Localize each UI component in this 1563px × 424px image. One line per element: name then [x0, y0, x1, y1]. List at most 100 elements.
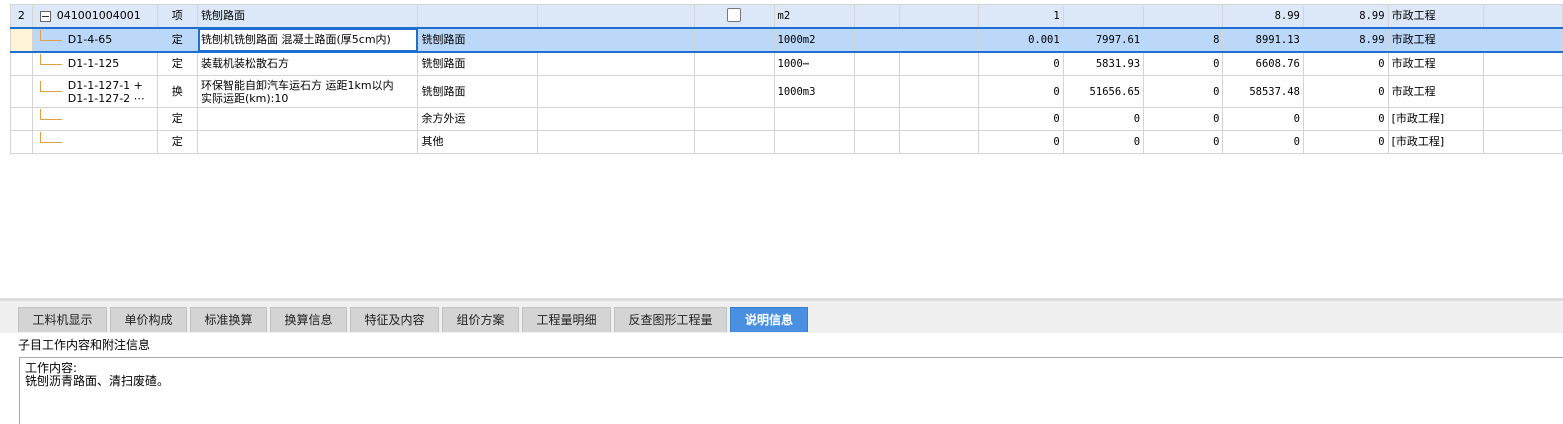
value-cell[interactable]: 0	[1143, 75, 1224, 108]
name-cell[interactable]: 铣刨路面	[196, 4, 419, 29]
value-cell[interactable]	[1143, 4, 1224, 29]
value-cell[interactable]: 8	[1143, 27, 1224, 53]
table-row[interactable]: D1-1-127-1 + D1-1-127-2 ⋯ 换 环保智能自卸汽车运石方 运…	[10, 75, 1563, 108]
subname-cell[interactable]: 铣刨路面	[417, 27, 538, 53]
value-cell[interactable]: 8.99	[1302, 4, 1389, 29]
code-cell[interactable]: 041001004001	[31, 4, 158, 29]
empty-cell[interactable]	[853, 4, 900, 29]
major-cell[interactable]: 市政工程	[1387, 51, 1484, 76]
code-cell[interactable]	[31, 107, 158, 131]
value-cell[interactable]: 5831.93	[1062, 51, 1145, 76]
empty-cell[interactable]	[693, 75, 775, 108]
value-cell[interactable]: 0	[1143, 51, 1224, 76]
empty-cell[interactable]	[536, 75, 695, 108]
table-row[interactable]: D1-4-65 定 铣刨机铣刨路面 混凝土路面(厚5cm内) 铣刨路面 1000…	[10, 27, 1563, 53]
code-cell[interactable]	[31, 130, 158, 154]
empty-cell[interactable]	[853, 130, 900, 154]
checkbox[interactable]	[727, 7, 742, 22]
value-cell[interactable]: 0	[1302, 75, 1389, 108]
tab-unit-price[interactable]: 单价构成	[110, 307, 187, 332]
quantity-cell[interactable]: 0	[977, 130, 1064, 154]
value-cell[interactable]: 8991.13	[1222, 27, 1304, 53]
empty-cell[interactable]	[898, 27, 979, 53]
empty-cell[interactable]	[693, 51, 775, 76]
description-textarea[interactable]: 工作内容: 铣刨沥青路面、清扫废碴。	[19, 357, 1563, 424]
tab-labor-material[interactable]: 工料机显示	[18, 307, 107, 332]
empty-cell[interactable]	[898, 75, 979, 108]
quantity-cell[interactable]: 0	[977, 107, 1064, 131]
value-cell[interactable]: 0	[1302, 51, 1389, 76]
major-cell[interactable]: [市政工程]	[1387, 107, 1484, 131]
tab-description-info[interactable]: 说明信息	[730, 307, 808, 332]
empty-cell[interactable]	[1482, 4, 1563, 29]
empty-cell[interactable]	[898, 4, 979, 29]
code-cell[interactable]: D1-1-127-1 + D1-1-127-2 ⋯	[31, 75, 158, 108]
quantity-cell[interactable]: 0.001	[977, 27, 1064, 53]
value-cell[interactable]: 0	[1143, 107, 1224, 131]
subname-cell[interactable]: 铣刨路面	[417, 51, 538, 76]
empty-cell[interactable]	[536, 107, 695, 131]
empty-cell[interactable]	[1482, 51, 1563, 76]
value-cell[interactable]: 6608.76	[1222, 51, 1304, 76]
value-cell[interactable]: 0	[1222, 107, 1304, 131]
unit-cell[interactable]: 1000m3	[773, 75, 855, 108]
type-cell[interactable]: 定	[156, 130, 199, 154]
value-cell[interactable]: 58537.48	[1222, 75, 1304, 108]
value-cell[interactable]: 0	[1222, 130, 1304, 154]
empty-cell[interactable]	[898, 130, 979, 154]
empty-cell[interactable]	[1482, 130, 1563, 154]
value-cell[interactable]: 0	[1302, 107, 1389, 131]
table-row[interactable]: 2 041001004001 项 铣刨路面 m2 1 8.99 8.99 市政工…	[10, 4, 1563, 29]
empty-cell[interactable]	[853, 51, 900, 76]
name-cell[interactable]	[196, 107, 419, 131]
tab-standard-conversion[interactable]: 标准换算	[190, 307, 267, 332]
value-cell[interactable]: 8.99	[1222, 4, 1304, 29]
unit-cell[interactable]: 1000⋯	[773, 51, 855, 76]
unit-cell[interactable]	[773, 130, 855, 154]
subname-cell[interactable]: 其他	[417, 130, 538, 154]
subname-cell[interactable]	[417, 4, 538, 29]
empty-cell[interactable]	[536, 130, 695, 154]
name-cell[interactable]	[196, 130, 419, 154]
empty-cell[interactable]	[898, 107, 979, 131]
name-cell[interactable]: 装载机装松散石方	[196, 51, 419, 76]
major-cell[interactable]: 市政工程	[1387, 27, 1484, 53]
empty-cell[interactable]	[693, 107, 775, 131]
empty-cell[interactable]	[693, 27, 775, 53]
subname-cell[interactable]: 余方外运	[417, 107, 538, 131]
quantity-cell[interactable]: 0	[977, 75, 1064, 108]
quantity-cell[interactable]: 0	[977, 51, 1064, 76]
value-cell[interactable]: 51656.65	[1062, 75, 1145, 108]
tab-features-content[interactable]: 特征及内容	[350, 307, 439, 332]
table-row[interactable]: 定 其他 0 0 0 0 0 [市政工程]	[10, 130, 1563, 154]
tab-pricing-scheme[interactable]: 组价方案	[442, 307, 519, 332]
value-cell[interactable]: 8.99	[1302, 27, 1389, 53]
code-cell[interactable]: D1-4-65	[31, 27, 158, 53]
empty-cell[interactable]	[1482, 107, 1563, 131]
subname-cell[interactable]: 铣刨路面	[417, 75, 538, 108]
value-cell[interactable]	[1062, 4, 1145, 29]
unit-cell[interactable]: m2	[773, 4, 855, 29]
table-row[interactable]: 定 余方外运 0 0 0 0 0 [市政工程]	[10, 107, 1563, 131]
empty-cell[interactable]	[853, 27, 900, 53]
empty-cell[interactable]	[853, 75, 900, 108]
tab-reverse-graphic-quantity[interactable]: 反查图形工程量	[614, 307, 727, 332]
name-cell[interactable]: 铣刨机铣刨路面 混凝土路面(厚5cm内)	[196, 27, 419, 53]
name-cell[interactable]: 环保智能自卸汽车运石方 运距1km以内 实际运距(km):10	[196, 75, 419, 108]
value-cell[interactable]: 0	[1302, 130, 1389, 154]
type-cell[interactable]: 定	[156, 51, 199, 76]
tab-quantity-detail[interactable]: 工程量明细	[522, 307, 611, 332]
checkbox-cell[interactable]	[693, 4, 775, 29]
quantity-cell[interactable]: 1	[977, 4, 1064, 29]
value-cell[interactable]: 0	[1062, 107, 1145, 131]
empty-cell[interactable]	[853, 107, 900, 131]
empty-cell[interactable]	[536, 27, 695, 53]
collapse-icon[interactable]	[39, 10, 51, 22]
tab-conversion-info[interactable]: 换算信息	[270, 307, 347, 332]
value-cell[interactable]: 0	[1143, 130, 1224, 154]
type-cell[interactable]: 定	[156, 27, 199, 53]
empty-cell[interactable]	[1482, 75, 1563, 108]
major-cell[interactable]: 市政工程	[1387, 75, 1484, 108]
unit-cell[interactable]	[773, 107, 855, 131]
empty-cell[interactable]	[536, 51, 695, 76]
